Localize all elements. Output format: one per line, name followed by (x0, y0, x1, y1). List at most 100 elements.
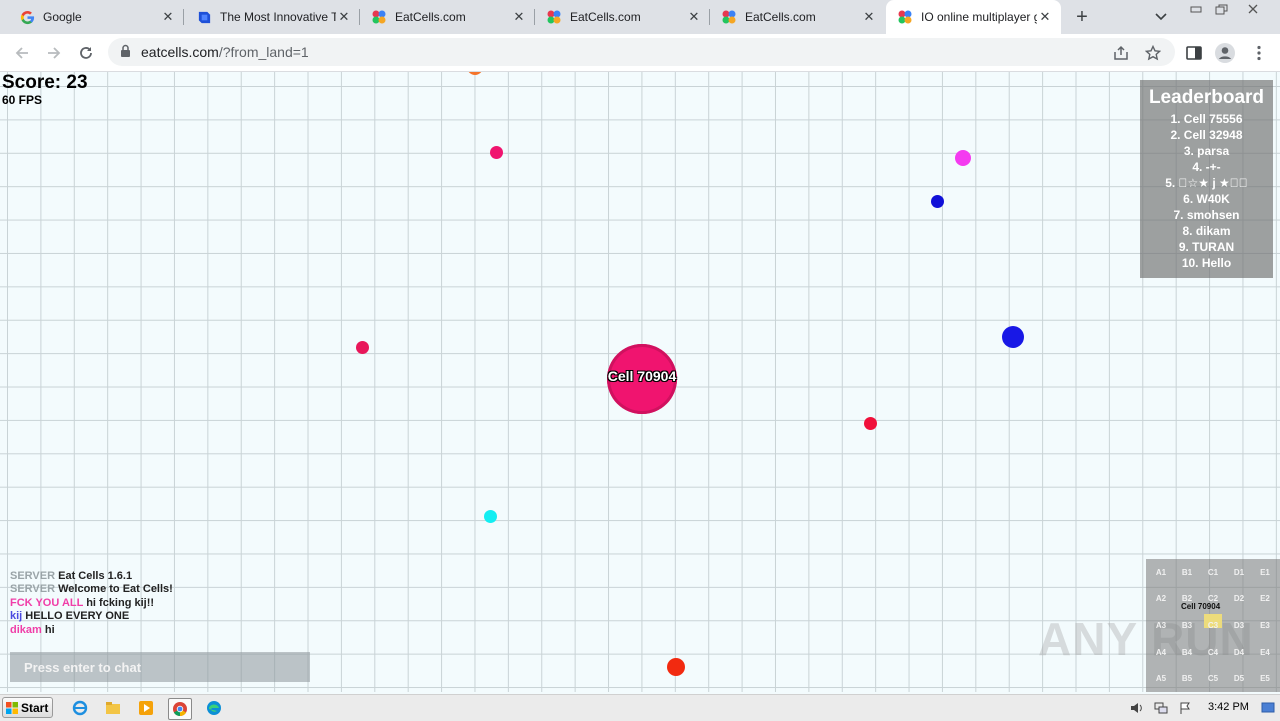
minimap-cell-label: C2 (1207, 594, 1219, 603)
close-icon[interactable]: ✕ (160, 9, 176, 25)
back-arrow-icon (15, 47, 28, 59)
game-canvas[interactable]: Score: 23 60 FPS Cell 70904 Leaderboard … (0, 72, 1280, 692)
menu-button[interactable] (1247, 41, 1271, 65)
chrome-taskbar-icon[interactable] (168, 698, 192, 720)
chat-text: hi (44, 623, 55, 636)
leaderboard: Leaderboard 1. Cell 75556 2. Cell 32948 … (1140, 80, 1273, 278)
tab-eatcells-3[interactable]: EatCells.com ✕ (710, 0, 885, 34)
reload-button[interactable] (73, 40, 99, 66)
leaderboard-entry: 9. TURAN (1178, 240, 1235, 254)
leaderboard-title: Leaderboard (1148, 87, 1265, 108)
chevron-down-icon (1155, 13, 1167, 21)
side-panel-button[interactable] (1182, 41, 1206, 65)
leaderboard-entry: 2. Cell 32948 (1170, 128, 1243, 142)
minimap-cell-label: A5 (1155, 674, 1167, 683)
close-icon[interactable]: ✕ (511, 9, 527, 25)
minimap-cell-label: C1 (1207, 568, 1219, 577)
window-close-button[interactable] (1240, 0, 1266, 18)
tab-title: IO online multiplayer ga (921, 10, 1037, 24)
minimize-button[interactable] (1183, 0, 1209, 18)
minimap-cell-label: B4 (1181, 648, 1193, 657)
close-icon[interactable]: ✕ (336, 9, 352, 25)
minimap-cell-label: E5 (1260, 674, 1270, 683)
tab-title: The Most Innovative Tr (220, 10, 336, 24)
tab-eatcells-2[interactable]: EatCells.com ✕ (535, 0, 710, 34)
player-name: Cell 70904 (607, 368, 677, 384)
food-pellet (484, 510, 497, 523)
tab-google[interactable]: Google ✕ (0, 0, 184, 34)
show-desktop-icon[interactable] (1259, 699, 1277, 717)
close-icon[interactable]: ✕ (1037, 9, 1053, 25)
leaderboard-entry: 8. dikam (1182, 224, 1231, 238)
start-label: Start (21, 700, 49, 715)
taskbar-clock: 3:42 PM (1208, 701, 1249, 713)
edge-taskbar-icon[interactable] (203, 698, 225, 718)
share-icon[interactable] (1112, 44, 1130, 62)
tab-io-online[interactable]: IO online multiplayer ga ✕ (886, 0, 1061, 34)
enemy-cell (1002, 326, 1024, 348)
volume-icon[interactable] (1128, 699, 1146, 717)
profile-button[interactable] (1213, 41, 1237, 65)
media-player-taskbar-icon[interactable] (135, 698, 157, 718)
chat-message: SERVER Welcome to Eat Cells! (10, 583, 173, 596)
forward-button[interactable] (41, 40, 67, 66)
lock-icon (120, 44, 131, 63)
minimap-cell-label: D2 (1233, 594, 1245, 603)
tab-eatcells-1[interactable]: EatCells.com ✕ (360, 0, 535, 34)
tab-title: EatCells.com (745, 10, 816, 24)
avatar-icon (1215, 43, 1235, 63)
start-button[interactable]: Start (2, 697, 53, 718)
tab-search-button[interactable] (1150, 6, 1172, 28)
leaderboard-entry: 3. parsa (1183, 144, 1230, 158)
taskbar: Start 3:42 PM (0, 694, 1280, 721)
minimap-cell-label: A1 (1155, 568, 1167, 577)
close-icon[interactable]: ✕ (861, 9, 877, 25)
back-button[interactable] (9, 40, 35, 66)
new-tab-button[interactable]: + (1070, 5, 1094, 29)
network-icon[interactable] (1152, 699, 1170, 717)
fps-display: 60 FPS (2, 93, 43, 107)
food-pellet (931, 195, 944, 208)
minimap-cell-label: D3 (1233, 621, 1245, 630)
food-pellet (955, 150, 971, 166)
chat-message: dikam hi (10, 624, 173, 637)
minimap-cell-label: E1 (1260, 568, 1270, 577)
address-bar[interactable]: eatcells.com/?from_land=1 (108, 38, 1175, 66)
minimap-cell-label: C3 (1207, 621, 1219, 630)
leaderboard-entry: 6. W40K (1183, 192, 1230, 206)
minimap-cell-label: D1 (1233, 568, 1245, 577)
food-pellet (667, 658, 685, 676)
tab-title: Google (43, 10, 82, 24)
minimap-cell-label: E3 (1260, 621, 1270, 630)
leaderboard-entry: 1. Cell 75556 (1170, 112, 1243, 126)
leaderboard-entry: 7. smohsen (1173, 208, 1240, 222)
chat-text: HELLO EVERY ONE (25, 610, 130, 623)
action-center-flag-icon[interactable] (1176, 699, 1194, 717)
url-path: /?from_land=1 (218, 44, 309, 60)
explorer-taskbar-icon[interactable] (102, 698, 124, 718)
bookmark-star-icon[interactable] (1144, 44, 1162, 62)
chat-text: Welcome to Eat Cells! (58, 583, 173, 596)
minimap-cell-label: B3 (1181, 621, 1193, 630)
minimap-cell-label: C4 (1207, 648, 1219, 657)
chat-message: kij HELLO EVERY ONE (10, 610, 173, 623)
url-host: eatcells.com (141, 44, 219, 60)
chat-placeholder: Press enter to chat (24, 660, 142, 675)
tab-innovative[interactable]: The Most Innovative Tr ✕ (184, 0, 360, 34)
restore-button[interactable] (1208, 0, 1234, 18)
minimap-cell-label: C5 (1207, 674, 1219, 683)
windows-logo-icon (6, 701, 18, 714)
ie-taskbar-icon[interactable] (69, 698, 91, 718)
minimap-cell-label: D5 (1233, 674, 1245, 683)
close-icon[interactable]: ✕ (686, 9, 702, 25)
chat-sender: dikam (10, 623, 42, 636)
chat-log: SERVER Eat Cells 1.6.1 SERVER Welcome to… (10, 570, 173, 637)
minimap-cell-label: D4 (1233, 648, 1245, 657)
eatcells-icon (721, 9, 737, 25)
food-pellet (467, 72, 483, 75)
minimize-icon (1190, 6, 1202, 13)
chat-input[interactable]: Press enter to chat (10, 652, 310, 682)
chat-text: hi fcking kij!! (86, 596, 155, 609)
eatcells-icon (897, 9, 913, 25)
food-pellet (490, 146, 503, 159)
